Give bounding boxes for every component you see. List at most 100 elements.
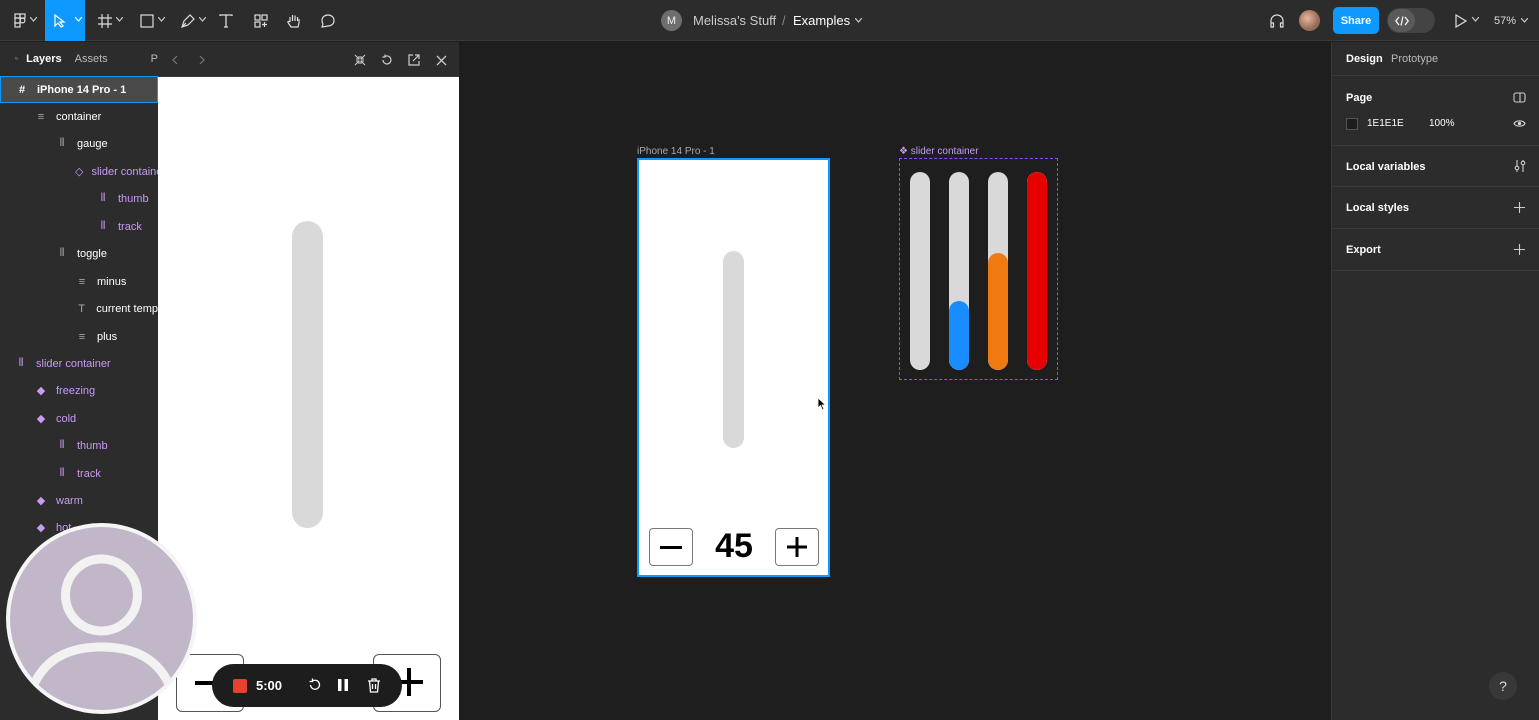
slider-container-component-set[interactable] <box>899 158 1058 380</box>
text-tool-button[interactable] <box>216 0 236 41</box>
layer-label: track <box>77 467 101 480</box>
tab-layers[interactable]: Layers <box>26 53 61 65</box>
chevron-down-icon <box>158 17 165 22</box>
layer-label: current temp <box>96 302 158 315</box>
autolayout-vertical-icon: ≡ <box>78 275 86 288</box>
layer-label: iPhone 14 Pro - 1 <box>37 83 127 96</box>
pen-tool-button[interactable] <box>175 0 209 41</box>
layer-row-minus[interactable]: ≡ minus <box>0 268 158 295</box>
layers-panel-tabs: Layers Assets P <box>0 42 158 75</box>
page-color-swatch[interactable] <box>1346 118 1358 130</box>
text-icon <box>219 13 233 28</box>
frame-label[interactable]: iPhone 14 Pro - 1 <box>637 146 715 157</box>
slider-variant-cold[interactable] <box>949 172 969 370</box>
mouse-cursor-icon <box>817 397 827 411</box>
slider-variant-freezing[interactable] <box>910 172 930 370</box>
tab-pages-truncated[interactable]: P <box>151 53 158 65</box>
zoom-chevron-icon[interactable] <box>1521 18 1528 23</box>
forward-arrow-icon[interactable] <box>193 51 211 69</box>
layer-row-container[interactable]: ≡ container <box>0 103 158 130</box>
layer-row-current-temp[interactable]: T current temp <box>0 295 158 322</box>
add-style-plus-icon[interactable] <box>1514 202 1525 213</box>
local-styles-label: Local styles <box>1346 202 1409 214</box>
back-arrow-icon[interactable] <box>166 51 184 69</box>
cursor-icon <box>54 13 66 28</box>
main-menu-button[interactable] <box>4 0 38 41</box>
user-silhouette-icon <box>23 554 180 704</box>
local-styles-section[interactable]: Local styles <box>1332 187 1539 229</box>
breadcrumb-file[interactable]: Examples <box>793 0 850 41</box>
rectangle-icon <box>140 13 154 28</box>
layer-row-slider-container-instance[interactable]: ◇ slider container <box>0 158 158 185</box>
hand-tool-button[interactable] <box>284 0 304 41</box>
page-color-hex[interactable]: 1E1E1E <box>1367 118 1404 129</box>
pause-icon[interactable] <box>334 676 352 694</box>
add-export-plus-icon[interactable] <box>1514 244 1525 255</box>
trash-icon[interactable] <box>365 676 383 694</box>
stop-recording-button[interactable] <box>233 679 247 693</box>
local-variables-section[interactable]: Local variables <box>1332 145 1539 187</box>
restart-recording-icon[interactable] <box>306 676 324 694</box>
file-menu-chevron-icon[interactable] <box>855 18 862 23</box>
layer-label: cold <box>56 412 77 425</box>
tab-assets[interactable]: Assets <box>75 53 108 65</box>
preview-slider-track[interactable] <box>292 221 323 528</box>
team-avatar[interactable]: M <box>661 10 682 31</box>
tab-prototype[interactable]: Prototype <box>1391 53 1438 65</box>
component-set-label[interactable]: ❖ slider container <box>899 146 979 157</box>
variables-adjust-icon[interactable] <box>1514 159 1526 173</box>
layer-label: container <box>56 110 102 123</box>
slider-fill <box>949 301 969 370</box>
zoom-level[interactable]: 57% <box>1494 0 1516 41</box>
frame-tool-button[interactable] <box>92 0 126 41</box>
shape-tool-button[interactable] <box>134 0 168 41</box>
help-button[interactable]: ? <box>1489 672 1517 700</box>
comment-icon <box>321 13 335 28</box>
autolayout-horizontal-icon: ⫴ <box>100 220 106 232</box>
gauge-slider-track[interactable] <box>723 251 744 448</box>
audio-huddle-button[interactable] <box>1267 0 1287 41</box>
dev-mode-toggle[interactable] <box>1387 8 1435 33</box>
iphone-frame[interactable]: 45 <box>637 158 830 577</box>
collapse-icon[interactable] <box>351 51 369 69</box>
layer-row-gauge[interactable]: ⫴ gauge <box>0 130 158 157</box>
layer-row-cold-track[interactable]: ⫴ track <box>0 460 158 487</box>
layer-row-thumb[interactable]: ⫴ thumb <box>0 185 158 212</box>
webcam-bubble[interactable] <box>6 523 197 714</box>
layer-row-cold[interactable]: ◆ cold <box>0 405 158 432</box>
restart-icon[interactable] <box>378 51 396 69</box>
move-tool-button[interactable] <box>45 0 85 41</box>
headphones-icon <box>1270 13 1284 28</box>
page-options-icon[interactable] <box>1513 92 1526 103</box>
present-button[interactable] <box>1451 0 1481 41</box>
slider-variant-hot[interactable] <box>1027 172 1047 370</box>
layer-label: toggle <box>77 247 107 260</box>
open-external-icon[interactable] <box>405 51 423 69</box>
minus-button[interactable] <box>649 528 693 566</box>
export-section[interactable]: Export <box>1332 229 1539 271</box>
close-icon[interactable] <box>432 51 450 69</box>
slider-variant-warm[interactable] <box>988 172 1008 370</box>
chevron-down-icon <box>30 17 37 22</box>
layer-row-toggle[interactable]: ⫴ toggle <box>0 240 158 267</box>
user-avatar[interactable] <box>1299 10 1320 31</box>
plus-button[interactable] <box>775 528 819 566</box>
layer-row-track[interactable]: ⫴ track <box>0 213 158 240</box>
eye-icon[interactable] <box>1513 119 1526 128</box>
comment-tool-button[interactable] <box>318 0 338 41</box>
tab-design[interactable]: Design <box>1346 53 1383 65</box>
search-icon[interactable] <box>15 53 19 64</box>
layer-row-slider-container-component[interactable]: ⫴ slider container <box>0 350 158 377</box>
page-section-title: Page <box>1346 92 1373 104</box>
layer-row-freezing[interactable]: ◆ freezing <box>0 377 158 404</box>
layer-row-cold-thumb[interactable]: ⫴ thumb <box>0 432 158 459</box>
pen-icon <box>181 13 195 28</box>
layer-row-iphone-frame[interactable]: # iPhone 14 Pro - 1 <box>0 76 158 103</box>
layer-row-warm[interactable]: ◆ warm <box>0 487 158 514</box>
dev-mode-knob <box>1388 9 1415 32</box>
resources-tool-button[interactable] <box>251 0 271 41</box>
page-opacity[interactable]: 100% <box>1429 118 1455 129</box>
breadcrumb-team[interactable]: Melissa's Stuff <box>693 0 776 41</box>
layer-row-plus[interactable]: ≡ plus <box>0 323 158 350</box>
share-button[interactable]: Share <box>1333 7 1379 34</box>
